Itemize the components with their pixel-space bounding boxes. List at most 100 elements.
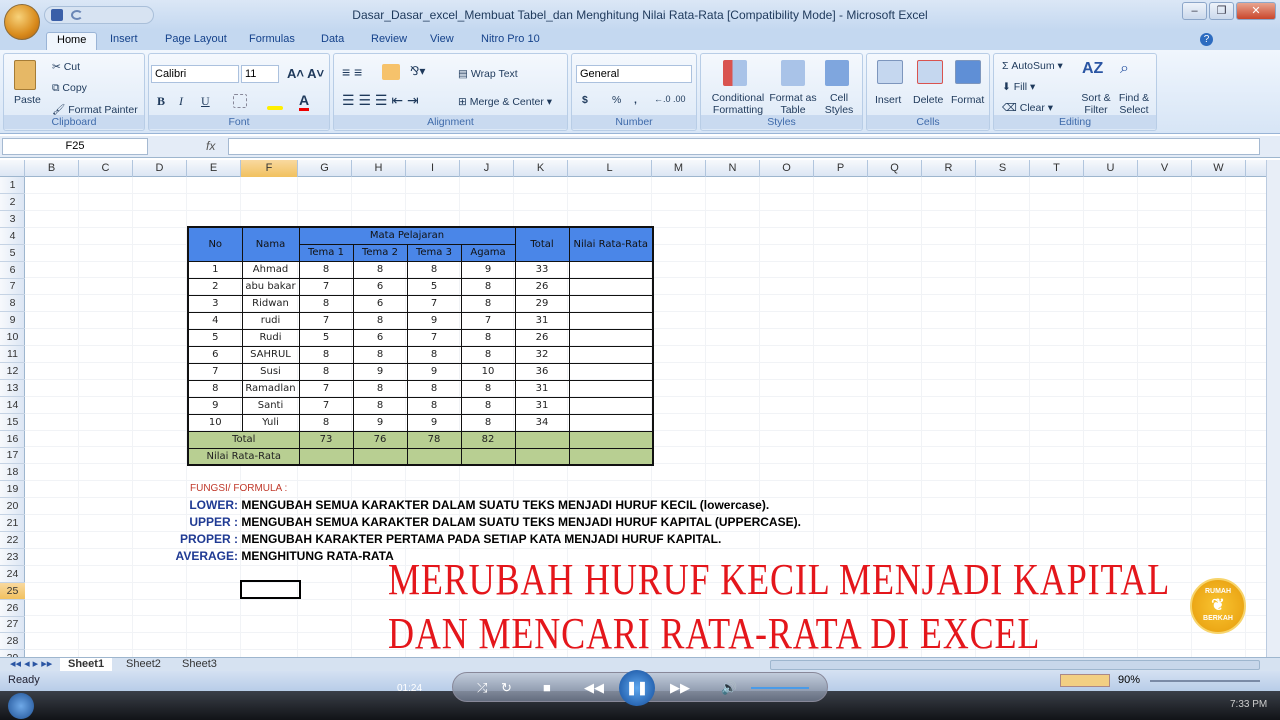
name-box[interactable]: F25: [2, 138, 148, 155]
table-cell[interactable]: 8: [460, 294, 516, 313]
table-cell[interactable]: 8: [460, 328, 516, 347]
row-header[interactable]: 12: [0, 363, 25, 380]
align-middle-icon[interactable]: [382, 64, 400, 80]
minimize-button[interactable]: –: [1182, 2, 1207, 20]
table-cell[interactable]: 8: [352, 345, 408, 364]
table-cell[interactable]: 31: [514, 379, 570, 398]
font-size-select[interactable]: 11: [241, 65, 279, 83]
paste-button[interactable]: Paste: [14, 94, 41, 106]
insert-button[interactable]: Insert: [875, 94, 901, 106]
table-cell[interactable]: 8: [406, 379, 462, 398]
borders-icon[interactable]: [233, 94, 247, 108]
sheet-nav-icon[interactable]: ◂◂ ◂ ▸ ▸▸: [2, 658, 60, 672]
row-header[interactable]: 2: [0, 194, 25, 211]
column-header[interactable]: M: [652, 160, 706, 177]
row-header[interactable]: 21: [0, 515, 25, 532]
align-top-icon[interactable]: ≡ ≡: [342, 64, 362, 80]
currency-button[interactable]: $: [582, 94, 588, 106]
table-cell[interactable]: 8: [460, 277, 516, 296]
column-header[interactable]: O: [760, 160, 814, 177]
table-cell[interactable]: 7: [298, 277, 354, 296]
find-select-button[interactable]: Find & Select: [1114, 92, 1154, 116]
table-cell[interactable]: 6: [352, 328, 408, 347]
orientation-icon[interactable]: ⅋▾: [410, 64, 425, 78]
table-cell[interactable]: 2: [187, 277, 243, 296]
maximize-button[interactable]: ❐: [1209, 2, 1234, 20]
table-cell[interactable]: 26: [514, 277, 570, 296]
repeat-icon[interactable]: ↻: [501, 678, 512, 698]
column-header[interactable]: T: [1030, 160, 1084, 177]
table-cell[interactable]: 6: [352, 294, 408, 313]
column-header[interactable]: E: [187, 160, 241, 177]
column-header[interactable]: S: [976, 160, 1030, 177]
cell-styles-button[interactable]: Cell Styles: [819, 92, 859, 116]
column-header[interactable]: G: [298, 160, 352, 177]
table-cell[interactable]: Rudi: [241, 328, 300, 347]
table-cell[interactable]: 8: [298, 294, 354, 313]
tab-page-layout[interactable]: Page Layout: [155, 32, 237, 46]
total-cell[interactable]: [568, 430, 654, 449]
table-cell[interactable]: 33: [514, 260, 570, 279]
table-cell[interactable]: 9: [352, 413, 408, 432]
row-header[interactable]: 5: [0, 245, 25, 262]
average-cell[interactable]: [568, 413, 654, 432]
sort-filter-button[interactable]: Sort & Filter: [1076, 92, 1116, 116]
row-header[interactable]: 6: [0, 262, 25, 279]
zoom-slider[interactable]: [1150, 680, 1260, 682]
average-cell[interactable]: [568, 328, 654, 347]
underline-button[interactable]: U: [201, 94, 210, 109]
table-cell[interactable]: 5: [406, 277, 462, 296]
format-button[interactable]: Format: [951, 94, 984, 106]
total-cell[interactable]: 82: [460, 430, 516, 449]
row-header[interactable]: 25: [0, 582, 25, 600]
sheet-tab-3[interactable]: Sheet3: [174, 658, 225, 672]
table-cell[interactable]: 8: [460, 396, 516, 415]
cut-button[interactable]: ✂ Cut: [52, 61, 80, 73]
table-cell[interactable]: 9: [406, 413, 462, 432]
column-header[interactable]: K: [514, 160, 568, 177]
row-header[interactable]: 4: [0, 228, 25, 245]
row-header[interactable]: 28: [0, 633, 25, 651]
start-button[interactable]: [8, 693, 34, 719]
table-cell[interactable]: 3: [187, 294, 243, 313]
row-header[interactable]: 19: [0, 481, 25, 499]
average-cell[interactable]: [352, 447, 408, 466]
table-cell[interactable]: 9: [352, 362, 408, 381]
table-cell[interactable]: Yuli: [241, 413, 300, 432]
number-format-select[interactable]: General: [576, 65, 692, 83]
row-header[interactable]: 20: [0, 498, 25, 516]
column-header[interactable]: L: [568, 160, 652, 177]
table-cell[interactable]: 8: [298, 413, 354, 432]
average-cell[interactable]: [406, 447, 462, 466]
table-cell[interactable]: 6: [352, 277, 408, 296]
close-button[interactable]: ✕: [1236, 2, 1276, 20]
paste-icon[interactable]: [14, 60, 36, 90]
average-cell[interactable]: [568, 396, 654, 415]
table-cell[interactable]: 6: [187, 345, 243, 364]
delete-button[interactable]: Delete: [913, 94, 943, 106]
table-cell[interactable]: 4: [187, 311, 243, 330]
table-cell[interactable]: 32: [514, 345, 570, 364]
column-header[interactable]: N: [706, 160, 760, 177]
row-header[interactable]: 7: [0, 278, 25, 296]
copy-button[interactable]: ⧉ Copy: [52, 82, 87, 95]
table-cell[interactable]: 29: [514, 294, 570, 313]
tab-data[interactable]: Data: [311, 32, 354, 46]
row-header[interactable]: 15: [0, 414, 25, 431]
volume-icon[interactable]: 🔊: [721, 678, 737, 698]
average-cell[interactable]: [568, 277, 654, 296]
tab-home[interactable]: Home: [46, 32, 98, 51]
italic-button[interactable]: I: [179, 94, 183, 109]
volume-slider[interactable]: [751, 687, 809, 689]
horizontal-scrollbar[interactable]: [770, 660, 1260, 670]
table-cell[interactable]: Susi: [241, 362, 300, 381]
column-header[interactable]: W: [1192, 160, 1246, 177]
table-cell[interactable]: 8: [460, 379, 516, 398]
row-header[interactable]: 9: [0, 312, 25, 330]
table-cell[interactable]: 7: [298, 396, 354, 415]
fill-button[interactable]: ⬇ Fill ▾: [1002, 81, 1035, 93]
table-cell[interactable]: 8: [406, 396, 462, 415]
table-cell[interactable]: Santi: [241, 396, 300, 415]
quick-access-toolbar[interactable]: [44, 6, 154, 24]
autosum-button[interactable]: Σ AutoSum ▾: [1002, 60, 1063, 72]
